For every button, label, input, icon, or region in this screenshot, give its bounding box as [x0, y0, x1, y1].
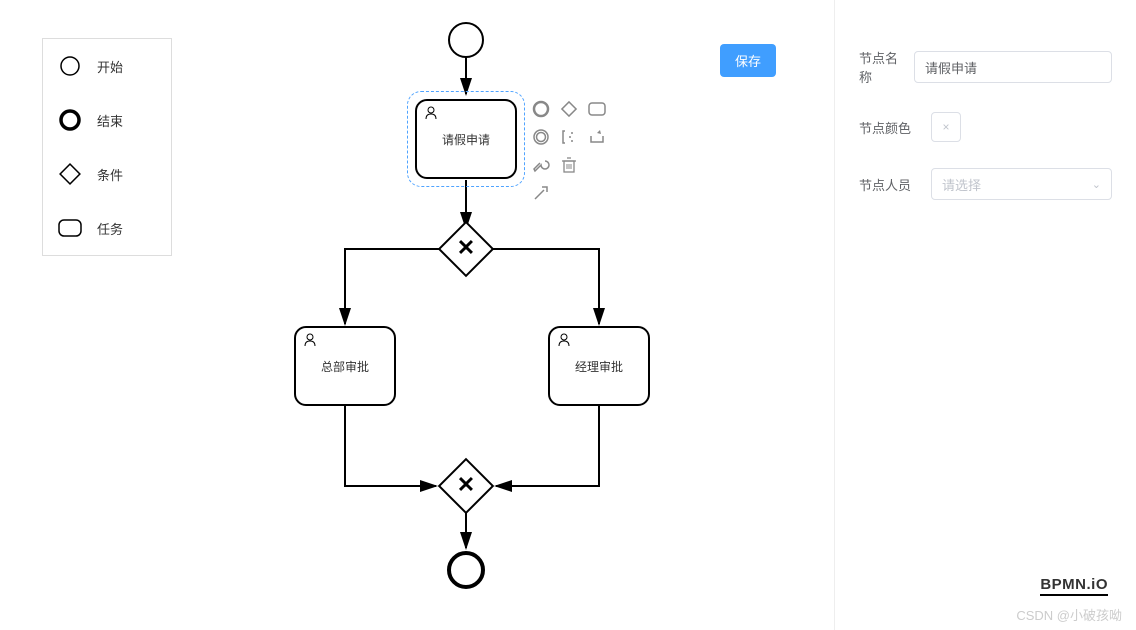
wrench-icon[interactable]: [530, 154, 552, 176]
svg-text:✕: ✕: [457, 472, 475, 497]
form-row-name: 节点名称: [859, 48, 1112, 86]
task-node-manager-approval[interactable]: 经理审批: [548, 326, 650, 406]
append-event-icon[interactable]: [530, 98, 552, 120]
task-node-leave-request[interactable]: 请假申请: [415, 99, 517, 179]
form-row-person: 节点人员 请选择 ⌄: [859, 168, 1112, 200]
color-picker-clear[interactable]: ×: [931, 112, 961, 142]
save-button[interactable]: 保存: [720, 44, 776, 77]
node-name-label: 节点名称: [859, 48, 902, 86]
diagram-svg: ✕ ✕: [0, 0, 830, 630]
watermark-text: CSDN @小破孩呦: [1016, 605, 1122, 624]
annotation-icon[interactable]: [558, 126, 580, 148]
chevron-down-icon: ⌄: [1092, 178, 1101, 191]
user-icon: [556, 332, 572, 351]
user-icon: [423, 105, 439, 124]
bpmn-logo: BPMN.iO: [1040, 576, 1108, 596]
task-node-hq-approval[interactable]: 总部审批: [294, 326, 396, 406]
user-icon: [302, 332, 318, 351]
person-select[interactable]: 请选择 ⌄: [931, 168, 1112, 200]
svg-text:✕: ✕: [457, 235, 475, 260]
context-pad: [530, 98, 608, 204]
node-color-label: 节点颜色: [859, 118, 919, 137]
node-person-label: 节点人员: [859, 175, 919, 194]
properties-panel: 节点名称 节点颜色 × 节点人员 请选择 ⌄: [834, 0, 1136, 630]
append-intermediate-icon[interactable]: [530, 126, 552, 148]
connect-icon[interactable]: [530, 182, 552, 204]
select-placeholder: 请选择: [942, 175, 981, 194]
form-row-color: 节点颜色 ×: [859, 112, 1112, 142]
trash-icon[interactable]: [558, 154, 580, 176]
node-name-input[interactable]: [914, 51, 1112, 83]
append-task-icon[interactable]: [586, 98, 608, 120]
diagram-canvas[interactable]: ✕ ✕ 请假申请 总部审批 经理审批: [0, 0, 830, 630]
append-gateway-icon[interactable]: [558, 98, 580, 120]
replace-icon[interactable]: [586, 126, 608, 148]
